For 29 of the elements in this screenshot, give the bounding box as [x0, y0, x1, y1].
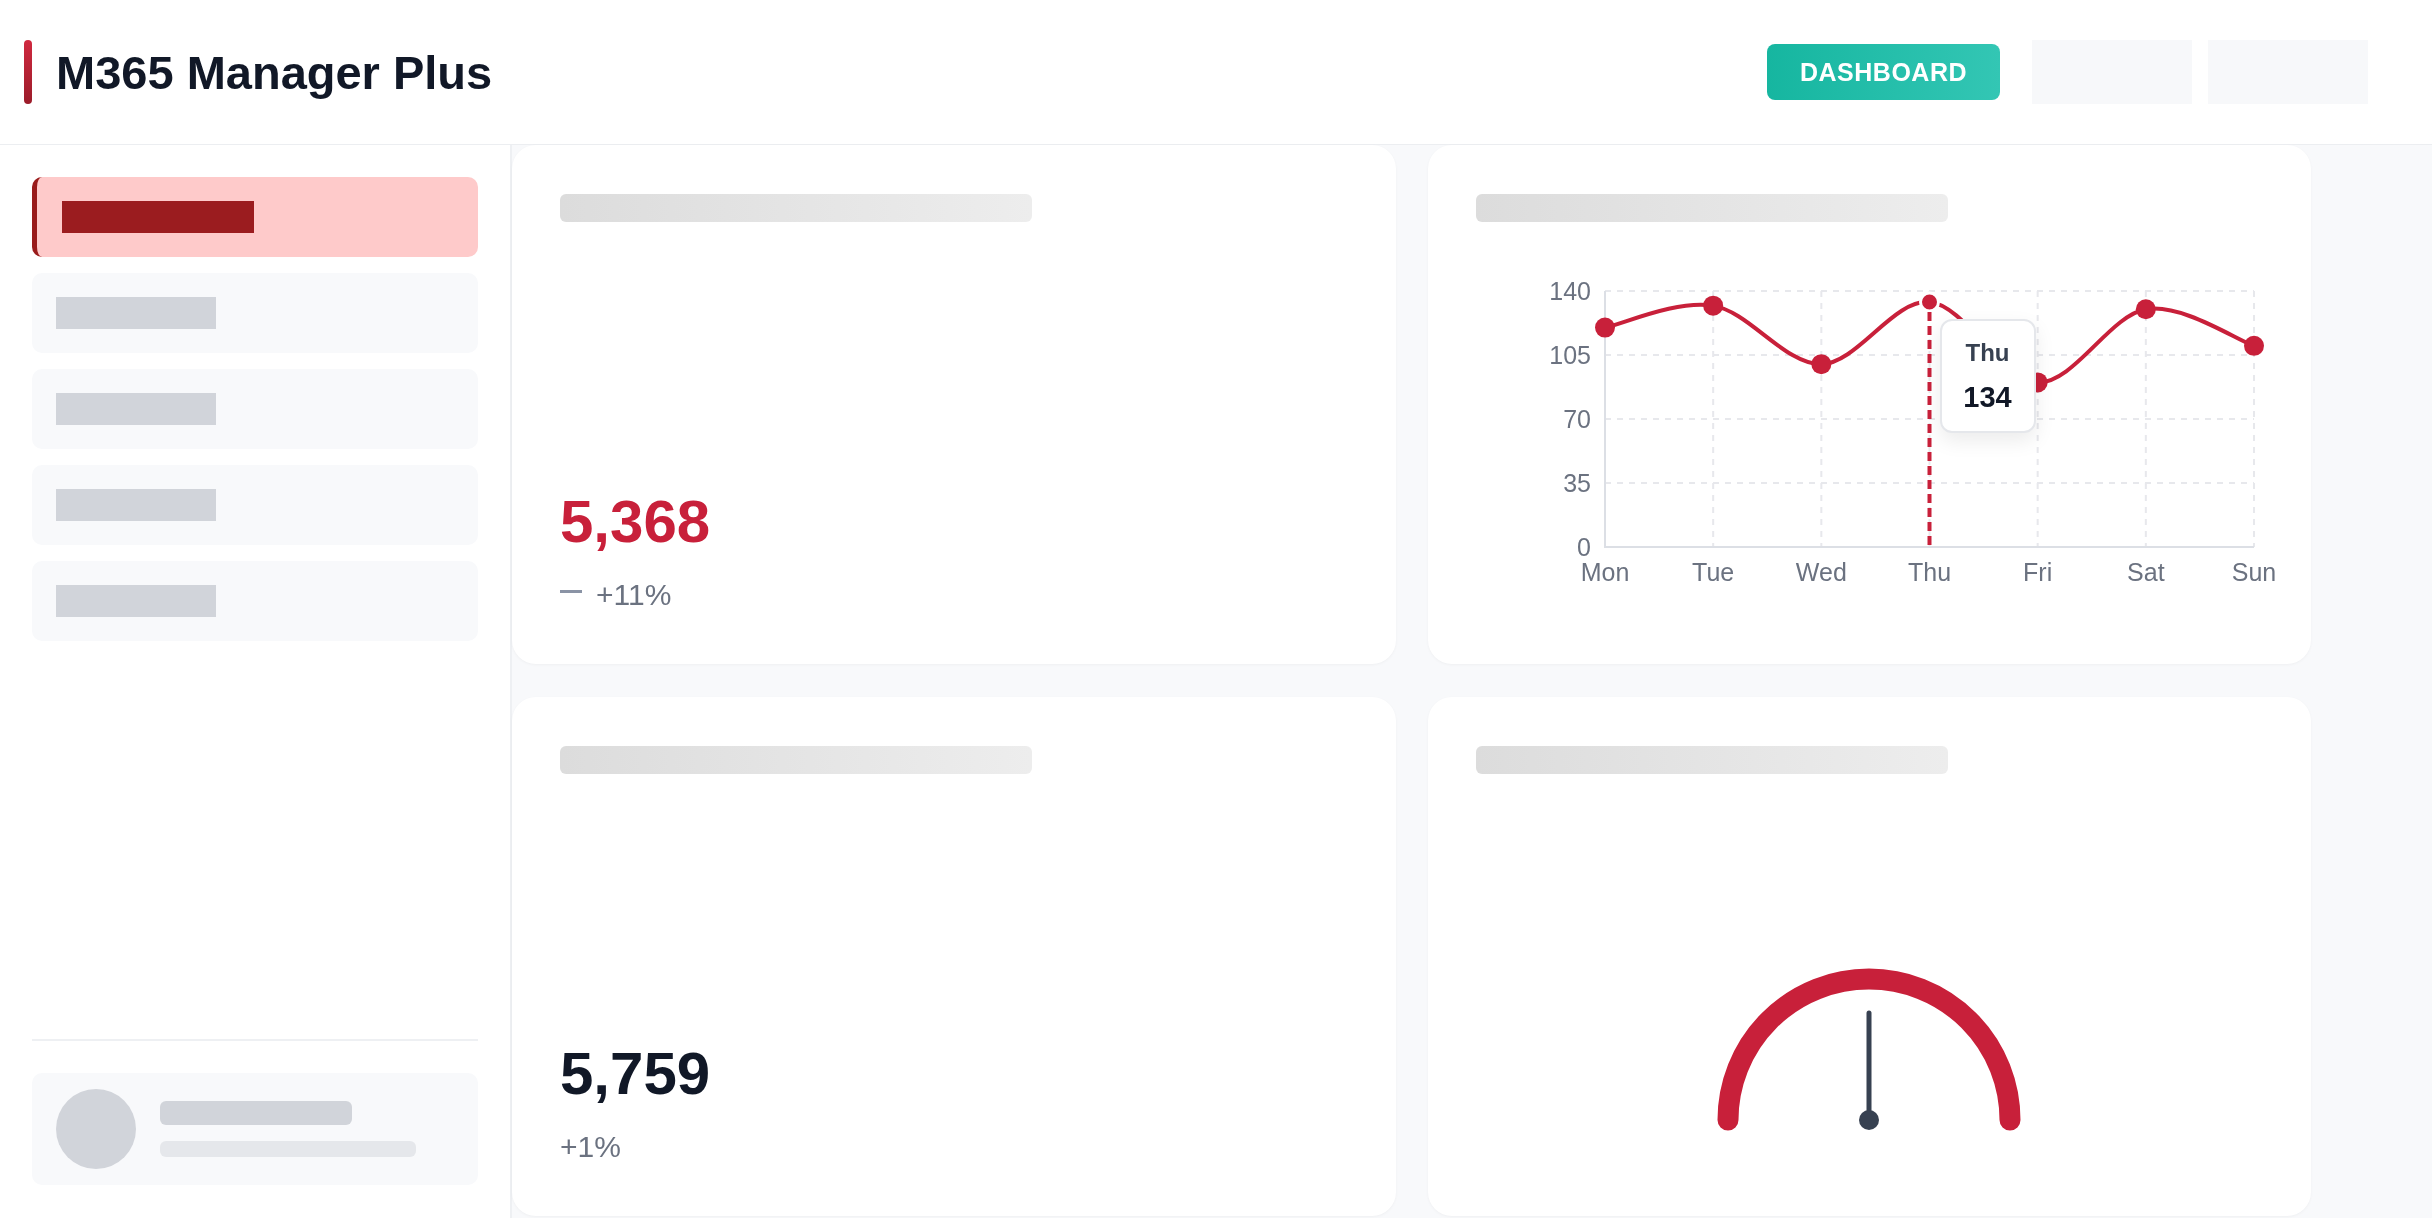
y-tick-label: 35 — [1563, 469, 1591, 497]
x-tick-label: Thu — [1907, 558, 1952, 586]
stat-value: 5,759 — [560, 1044, 712, 1104]
data-point — [1811, 354, 1832, 375]
data-point[interactable] — [1919, 291, 1940, 313]
data-point — [2135, 299, 2156, 320]
x-tick-label: Fri — [2023, 558, 2053, 586]
accent-bar — [24, 40, 32, 104]
y-tick-label: 140 — [1549, 277, 1591, 305]
dashboard-button[interactable]: DASHBOARD — [1767, 44, 2000, 100]
app-title: M365 Manager Plus — [56, 44, 493, 100]
tooltip-value: 134 — [1963, 380, 2012, 414]
x-tick-label: Mon — [1580, 558, 1630, 586]
dash-icon — [560, 589, 582, 593]
tooltip-label: Thu — [1965, 338, 2010, 367]
x-tick-label: Wed — [1795, 558, 1847, 586]
y-tick-label: 70 — [1563, 405, 1591, 433]
x-tick-label: Sun — [2231, 558, 2277, 586]
x-tick-label: Sat — [2127, 558, 2165, 586]
change-text: +1% — [560, 1130, 621, 1164]
y-tick-label: 0 — [1577, 533, 1591, 561]
x-tick-label: Tue — [1692, 558, 1735, 586]
sidebar-item[interactable] — [32, 177, 478, 257]
stat-value: 5,368 — [560, 492, 712, 552]
data-point — [1595, 317, 1615, 338]
data-point — [1703, 295, 1724, 316]
change-text: +11% — [596, 578, 672, 612]
data-point — [2244, 335, 2264, 356]
y-tick-label: 105 — [1549, 341, 1591, 369]
